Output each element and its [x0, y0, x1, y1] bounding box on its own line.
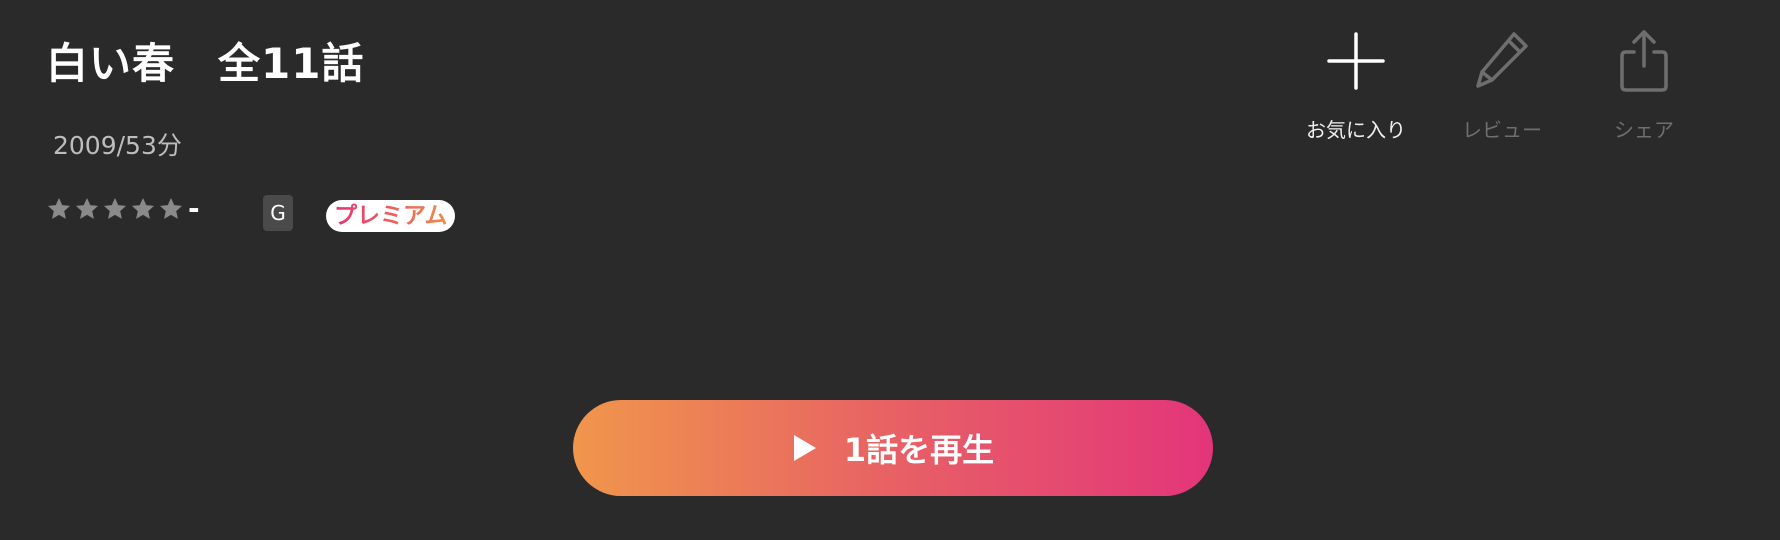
star-icon [75, 197, 99, 219]
plus-icon [1327, 32, 1385, 90]
page-title: 白い春 全11話 [46, 30, 364, 91]
star-rating [46, 196, 186, 222]
title-detail-page: 白い春 全11話 2009/53分 - G プレミアム お気に入り レビュー シ… [0, 0, 1780, 540]
review-button[interactable]: レビュー [1422, 28, 1582, 143]
pencil-icon [1476, 32, 1528, 88]
play-episode-button[interactable]: 1話を再生 [573, 400, 1213, 496]
favorite-label: お気に入り [1306, 118, 1406, 142]
age-rating-badge: G [263, 195, 293, 231]
rating-value: - [188, 192, 200, 225]
premium-badge: プレミアム [326, 200, 456, 232]
action-bar: お気に入り レビュー シェア [1276, 28, 1716, 148]
share-icon [1620, 30, 1668, 92]
play-icon [793, 435, 816, 461]
review-label: レビュー [1462, 118, 1542, 142]
episode-count: 全11話 [218, 39, 365, 88]
star-icon [47, 197, 71, 219]
favorite-button[interactable]: お気に入り [1276, 28, 1436, 143]
premium-badge-label: プレミアム [334, 203, 448, 229]
series-name: 白い春 [46, 39, 176, 88]
share-button[interactable]: シェア [1564, 28, 1724, 143]
share-label: シェア [1614, 118, 1674, 142]
release-info: 2009/53分 [53, 131, 182, 160]
star-icon [159, 197, 183, 219]
play-episode-label: 1話を再生 [843, 431, 995, 469]
star-icon [103, 197, 127, 219]
star-icon [131, 197, 155, 219]
